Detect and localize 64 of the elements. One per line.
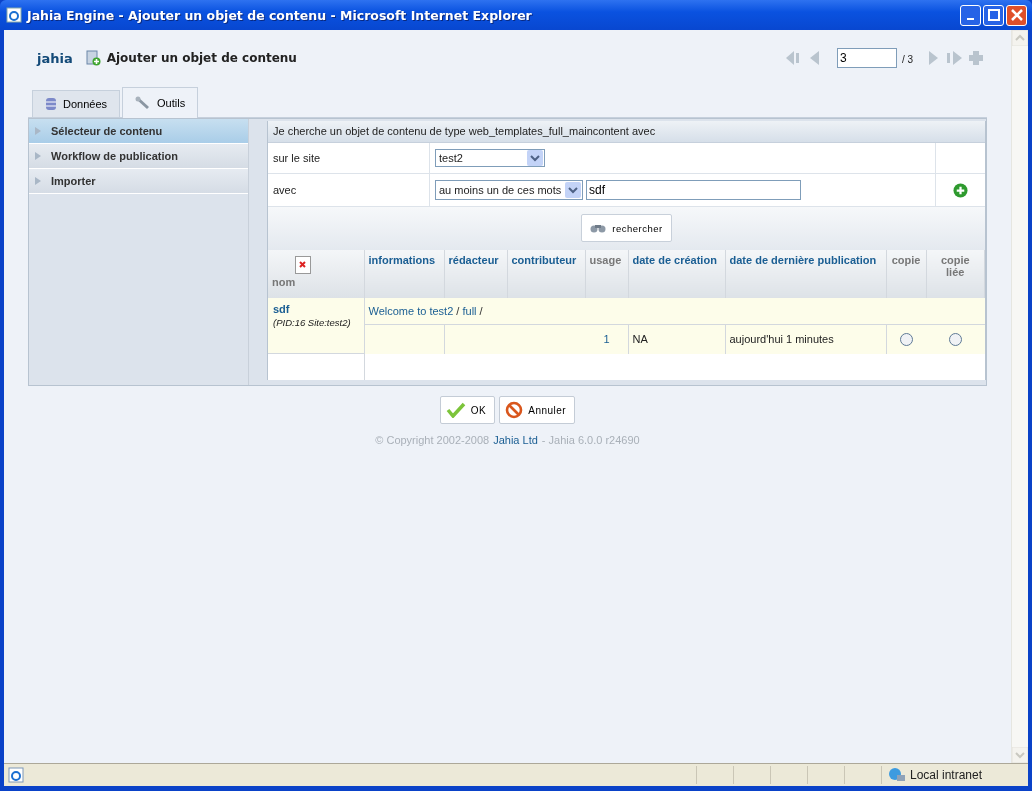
window-title: Jahia Engine - Ajouter un objet de contenu - Microsoft Internet Explorer: [27, 7, 533, 23]
copy-radio[interactable]: [899, 332, 913, 346]
path-separator: /: [479, 304, 483, 317]
scrollbar[interactable]: [1011, 30, 1028, 763]
maximize-button[interactable]: [983, 4, 1004, 26]
plus-icon[interactable]: [968, 50, 984, 66]
scroll-up-icon[interactable]: [1012, 30, 1028, 46]
sidebar-item[interactable]: Importer: [29, 169, 248, 194]
content-name-link[interactable]: sdf: [273, 302, 290, 315]
broken-image-icon: [295, 255, 312, 274]
path-link[interactable]: Welcome to test2: [368, 304, 454, 317]
network-icon: [888, 767, 906, 783]
tab[interactable]: Données: [32, 90, 121, 117]
close-button[interactable]: [1006, 4, 1027, 26]
minimize-icon: [967, 18, 974, 20]
triangle-icon: [35, 127, 41, 135]
version-text: - Jahia 6.0.0 r24690: [541, 434, 640, 446]
page-icon: [8, 767, 24, 783]
path-separator: /: [456, 304, 460, 317]
sidebar-item[interactable]: Sélecteur de contenu: [29, 119, 248, 144]
add-icon[interactable]: [953, 182, 968, 198]
database-icon: [45, 97, 57, 111]
copyright-text: © Copyright 2002-2008: [375, 434, 490, 446]
column-header: copie liée: [940, 253, 970, 278]
publication-date: aujourd'hui 1 minutes: [729, 333, 834, 345]
path-link[interactable]: full: [462, 304, 477, 317]
linked-copy-radio[interactable]: [948, 332, 962, 346]
logo: jahia: [37, 50, 73, 66]
sidebar-item[interactable]: Workflow de publication: [29, 144, 248, 169]
close-icon: [1010, 9, 1023, 21]
column-header: copie: [891, 253, 921, 266]
creation-date: NA: [632, 333, 648, 345]
keywords-label: avec: [268, 174, 430, 207]
ok-button[interactable]: OK: [439, 396, 496, 424]
column-header: nom: [272, 275, 296, 290]
add-document-icon: [84, 50, 101, 66]
site-label: sur le site: [268, 143, 430, 174]
next-page-icon[interactable]: [928, 50, 940, 66]
security-zone: Local intranet: [910, 768, 983, 782]
tab[interactable]: Outils: [122, 87, 199, 118]
browser-icon: [6, 7, 22, 23]
triangle-icon: [35, 152, 41, 160]
maximize-icon: [987, 9, 1000, 21]
search-button[interactable]: rechercher: [581, 214, 672, 243]
page-title: Ajouter un objet de contenu: [106, 51, 297, 65]
checkmark-icon: [445, 402, 466, 418]
triangle-icon: [35, 177, 41, 185]
page-number-field[interactable]: 3: [836, 48, 897, 68]
match-mode-dropdown[interactable]: au moins un de ces mots: [435, 180, 583, 201]
usage-count: 1: [603, 333, 610, 345]
wrench-icon: [135, 96, 152, 110]
last-page-icon[interactable]: [945, 50, 963, 66]
company-link[interactable]: Jahia Ltd: [493, 434, 538, 446]
site-dropdown[interactable]: test2: [435, 149, 545, 168]
prohibited-icon: [505, 401, 524, 419]
column-header: usage: [589, 253, 622, 266]
scroll-down-icon[interactable]: [1012, 747, 1028, 763]
search-heading: Je cherche un objet de contenu de type web_templates_full_maincontent avec: [268, 121, 985, 143]
minimize-button[interactable]: [960, 4, 981, 26]
binoculars-icon: [590, 222, 607, 235]
search-field[interactable]: sdf: [586, 180, 801, 201]
page-total: / 3: [901, 54, 913, 67]
content-id: (PID:16 Site:test2): [273, 316, 352, 328]
cancel-button[interactable]: Annuler: [499, 396, 576, 424]
